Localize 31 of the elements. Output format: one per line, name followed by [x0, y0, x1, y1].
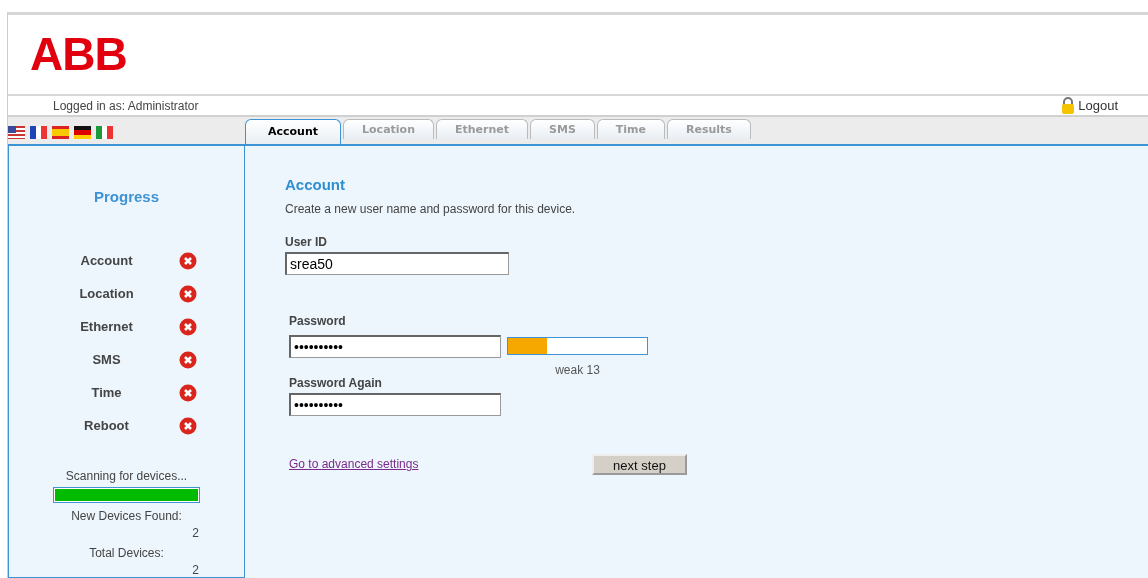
step-label: SMS [91, 352, 122, 368]
new-devices-count: 2 [192, 526, 199, 540]
step-label: Time [90, 385, 123, 401]
next-step-button[interactable]: next step [592, 454, 687, 475]
padlock-icon [1061, 97, 1076, 115]
description-text: Create a new user name and password for this device. [285, 202, 577, 216]
password-field[interactable]: •••••••••• [289, 335, 501, 358]
step-label: Ethernet [79, 319, 134, 335]
panel-title: Progress [93, 188, 159, 205]
flag-icon[interactable] [30, 125, 47, 139]
total-devices-count: 2 [192, 563, 199, 577]
new-devices-label: New Devices Found: [71, 509, 182, 523]
logout-link[interactable]: Logout [1061, 97, 1118, 115]
user-id-field[interactable]: srea50 [285, 252, 509, 275]
tab[interactable]: Account [245, 119, 342, 144]
strength-reading: weak 13 [555, 363, 600, 377]
flag-icon[interactable] [74, 125, 91, 139]
step-label: Location [78, 286, 135, 302]
section-title: Account [285, 176, 346, 193]
field-label: Password Again [289, 376, 383, 390]
field-label: User ID [285, 235, 329, 249]
step-label: Reboot [83, 418, 130, 434]
step-label: Account [79, 253, 134, 269]
advanced-settings-link[interactable]: Go to advanced settings [289, 457, 592, 472]
flag-icon[interactable] [8, 125, 25, 139]
total-devices-label: Total Devices: [89, 546, 164, 560]
logged-in-text: Logged in as: Administrator [53, 98, 199, 113]
scan-status: Scanning for devices... [65, 469, 188, 483]
abb-logo: ABB [30, 33, 127, 74]
password-again-field[interactable]: •••••••••• [289, 393, 501, 416]
field-label: Password [289, 314, 347, 328]
